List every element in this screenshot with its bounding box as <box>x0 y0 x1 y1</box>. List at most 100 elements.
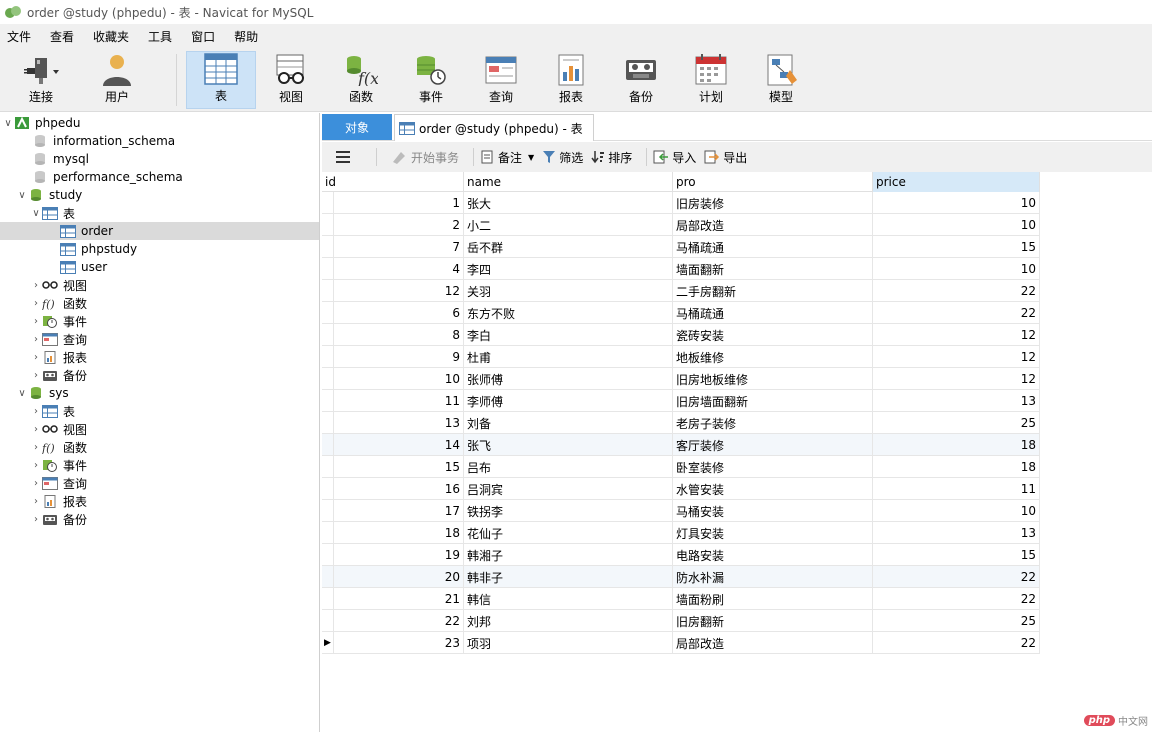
note-button[interactable]: 备注 ▼ <box>480 149 534 166</box>
column-header-pro[interactable]: pro <box>673 172 873 192</box>
cell-id[interactable]: 1 <box>334 192 464 214</box>
cell-pro[interactable]: 灯具安装 <box>673 522 873 544</box>
tree-group-functions[interactable]: › f() 函数 <box>0 294 319 312</box>
row-indicator[interactable] <box>322 368 334 390</box>
tree-table-user[interactable]: user <box>0 258 319 276</box>
row-indicator[interactable] <box>322 346 334 368</box>
table-row[interactable]: 14 张飞 客厅装修 18 <box>322 434 1040 456</box>
cell-pro[interactable]: 旧房墙面翻新 <box>673 390 873 412</box>
table-row[interactable]: 2 小二 局部改造 10 <box>322 214 1040 236</box>
user-button[interactable]: 用户 <box>82 51 152 109</box>
table-row[interactable]: 8 李白 瓷砖安装 12 <box>322 324 1040 346</box>
tree-group-backups[interactable]: › 备份 <box>0 366 319 384</box>
cell-id[interactable]: 7 <box>334 236 464 258</box>
chevron-right-icon[interactable]: › <box>30 351 42 363</box>
tree-table-order[interactable]: order <box>0 222 319 240</box>
cell-pro[interactable]: 旧房翻新 <box>673 610 873 632</box>
tree-group-views[interactable]: › 视图 <box>0 276 319 294</box>
cell-name[interactable]: 李师傅 <box>464 390 673 412</box>
row-indicator[interactable] <box>322 544 334 566</box>
row-indicator[interactable] <box>322 588 334 610</box>
cell-name[interactable]: 李白 <box>464 324 673 346</box>
event-button[interactable]: 事件 <box>396 51 466 109</box>
cell-pro[interactable]: 局部改造 <box>673 214 873 236</box>
table-row[interactable]: 6 东方不败 马桶疏通 22 <box>322 302 1040 324</box>
cell-id[interactable]: 22 <box>334 610 464 632</box>
column-header-name[interactable]: name <box>464 172 673 192</box>
cell-pro[interactable]: 老房子装修 <box>673 412 873 434</box>
cell-name[interactable]: 李四 <box>464 258 673 280</box>
backup-button[interactable]: 备份 <box>606 51 676 109</box>
row-indicator[interactable] <box>322 390 334 412</box>
table-row[interactable]: 16 吕洞宾 水管安装 11 <box>322 478 1040 500</box>
cell-name[interactable]: 杜甫 <box>464 346 673 368</box>
chevron-down-icon[interactable]: ∨ <box>30 207 42 219</box>
chevron-right-icon[interactable]: › <box>30 495 42 507</box>
tree-group-reports[interactable]: › 报表 <box>0 348 319 366</box>
table-row[interactable]: 21 韩信 墙面粉刷 22 <box>322 588 1040 610</box>
tree-db-study[interactable]: ∨ study <box>0 186 319 204</box>
cell-id[interactable]: 20 <box>334 566 464 588</box>
menu-view[interactable]: 查看 <box>43 28 86 45</box>
cell-id[interactable]: 19 <box>334 544 464 566</box>
chevron-down-icon[interactable]: ∨ <box>16 189 28 201</box>
cell-name[interactable]: 张师傅 <box>464 368 673 390</box>
row-indicator[interactable] <box>322 434 334 456</box>
cell-id[interactable]: 4 <box>334 258 464 280</box>
cell-name[interactable]: 吕洞宾 <box>464 478 673 500</box>
row-indicator[interactable] <box>322 566 334 588</box>
cell-id[interactable]: 23 <box>334 632 464 654</box>
cell-id[interactable]: 12 <box>334 280 464 302</box>
cell-name[interactable]: 吕布 <box>464 456 673 478</box>
tree-db-sys[interactable]: ∨ sys <box>0 384 319 402</box>
cell-id[interactable]: 10 <box>334 368 464 390</box>
cell-pro[interactable]: 瓷砖安装 <box>673 324 873 346</box>
cell-pro[interactable]: 墙面翻新 <box>673 258 873 280</box>
table-row[interactable]: 18 花仙子 灯具安装 13 <box>322 522 1040 544</box>
cell-name[interactable]: 关羽 <box>464 280 673 302</box>
chevron-right-icon[interactable]: › <box>30 333 42 345</box>
cell-pro[interactable]: 防水补漏 <box>673 566 873 588</box>
tree-sys-group-backups[interactable]: › 备份 <box>0 510 319 528</box>
tree-connection-phpedu[interactable]: ∨ phpedu <box>0 114 319 132</box>
cell-id[interactable]: 8 <box>334 324 464 346</box>
table-row[interactable]: 4 李四 墙面翻新 10 <box>322 258 1040 280</box>
table-row[interactable]: 7 岳不群 马桶疏通 15 <box>322 236 1040 258</box>
column-header-price[interactable]: price <box>873 172 1040 192</box>
chevron-right-icon[interactable]: › <box>30 459 42 471</box>
tree-group-events[interactable]: › 事件 <box>0 312 319 330</box>
hamburger-menu-button[interactable] <box>336 151 350 163</box>
tree-sys-group-tables[interactable]: › 表 <box>0 402 319 420</box>
menu-help[interactable]: 帮助 <box>227 28 270 45</box>
cell-name[interactable]: 韩湘子 <box>464 544 673 566</box>
table-row[interactable]: 9 杜甫 地板维修 12 <box>322 346 1040 368</box>
cell-name[interactable]: 刘邦 <box>464 610 673 632</box>
row-indicator[interactable] <box>322 324 334 346</box>
cell-price[interactable]: 22 <box>873 302 1040 324</box>
cell-price[interactable]: 15 <box>873 544 1040 566</box>
cell-id[interactable]: 2 <box>334 214 464 236</box>
table-row[interactable]: ▶ 23 项羽 局部改造 22 <box>322 632 1040 654</box>
row-indicator[interactable] <box>322 522 334 544</box>
schedule-button[interactable]: 计划 <box>676 51 746 109</box>
model-button[interactable]: 模型 <box>746 51 816 109</box>
chevron-right-icon[interactable]: › <box>30 423 42 435</box>
current-row-indicator-icon[interactable]: ▶ <box>322 632 334 654</box>
cell-id[interactable]: 9 <box>334 346 464 368</box>
row-indicator[interactable] <box>322 214 334 236</box>
cell-price[interactable]: 18 <box>873 434 1040 456</box>
cell-id[interactable]: 15 <box>334 456 464 478</box>
tab-order-table[interactable]: order @study (phpedu) - 表 <box>394 114 594 141</box>
table-row[interactable]: 22 刘邦 旧房翻新 25 <box>322 610 1040 632</box>
filter-button[interactable]: 筛选 <box>542 149 583 166</box>
cell-pro[interactable]: 旧房地板维修 <box>673 368 873 390</box>
cell-pro[interactable]: 水管安装 <box>673 478 873 500</box>
cell-pro[interactable]: 马桶疏通 <box>673 236 873 258</box>
table-row[interactable]: 11 李师傅 旧房墙面翻新 13 <box>322 390 1040 412</box>
cell-name[interactable]: 刘备 <box>464 412 673 434</box>
chevron-down-icon[interactable]: ∨ <box>2 117 14 129</box>
row-indicator[interactable] <box>322 302 334 324</box>
tree-db-mysql[interactable]: mysql <box>0 150 319 168</box>
cell-price[interactable]: 15 <box>873 236 1040 258</box>
cell-id[interactable]: 14 <box>334 434 464 456</box>
